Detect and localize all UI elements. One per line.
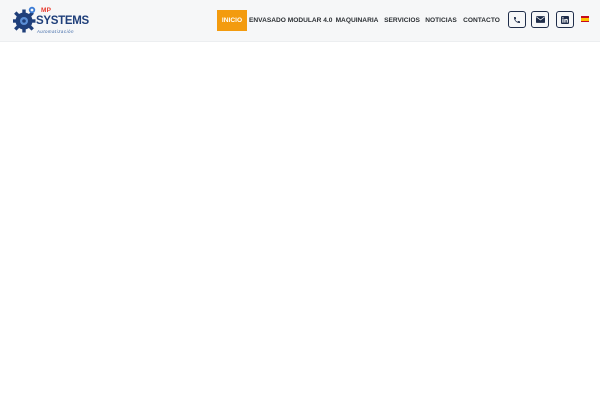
nav-servicios[interactable]: SERVICIOS [384, 10, 420, 31]
nav-contacto[interactable]: CONTACTO [462, 10, 501, 31]
page-content-area [0, 42, 600, 400]
logo-brand-sub: Automatización [37, 29, 75, 34]
nav-envasado-modular[interactable]: ENVASADO MODULAR 4.0 [249, 10, 332, 31]
linkedin-button[interactable] [556, 11, 574, 28]
envelope-icon [535, 16, 545, 23]
site-logo[interactable]: MP SYSTEMS Automatización [13, 4, 89, 37]
site-header: MP SYSTEMS Automatización INICIO ENVASAD… [0, 0, 600, 42]
linkedin-icon [561, 15, 569, 24]
nav-noticias[interactable]: NOTICIAS [424, 10, 458, 31]
logo-brand-main: SYSTEMS [36, 15, 89, 27]
email-button[interactable] [531, 11, 549, 28]
nav-inicio[interactable]: INICIO [217, 10, 247, 31]
logo-brand-top: MP [41, 7, 52, 14]
spain-flag-icon[interactable] [581, 16, 589, 22]
phone-button[interactable] [508, 11, 526, 28]
nav-maquinaria[interactable]: MAQUINARIA [333, 10, 381, 31]
phone-icon [514, 16, 520, 23]
